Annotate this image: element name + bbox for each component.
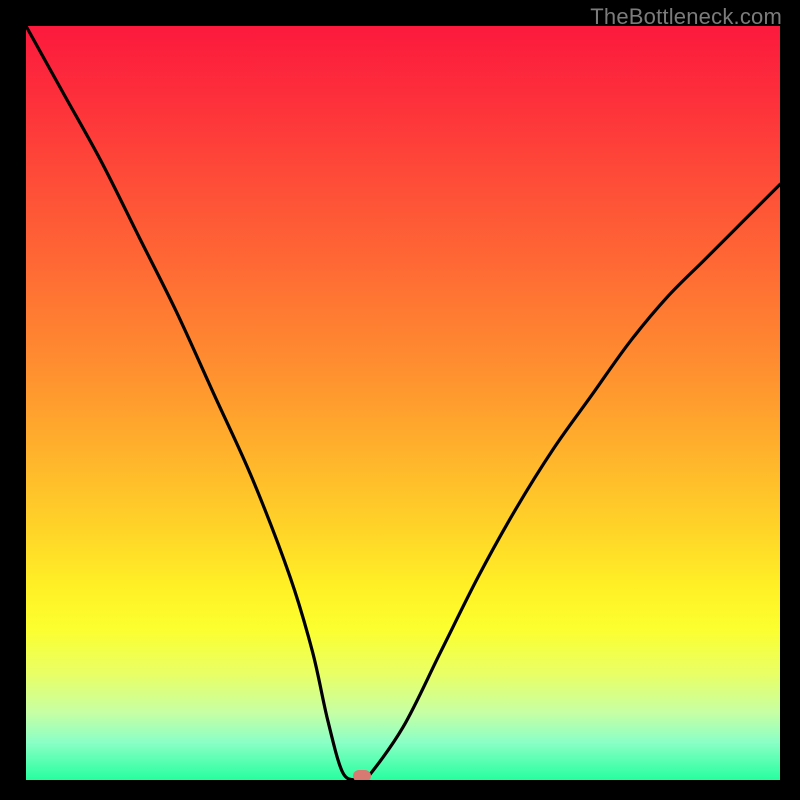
watermark-text: TheBottleneck.com: [590, 4, 782, 30]
curve-path: [26, 26, 780, 780]
chart-frame: TheBottleneck.com: [0, 0, 800, 800]
bottleneck-curve: [26, 26, 780, 780]
plot-area: [26, 26, 780, 780]
minimum-marker: [353, 770, 371, 780]
